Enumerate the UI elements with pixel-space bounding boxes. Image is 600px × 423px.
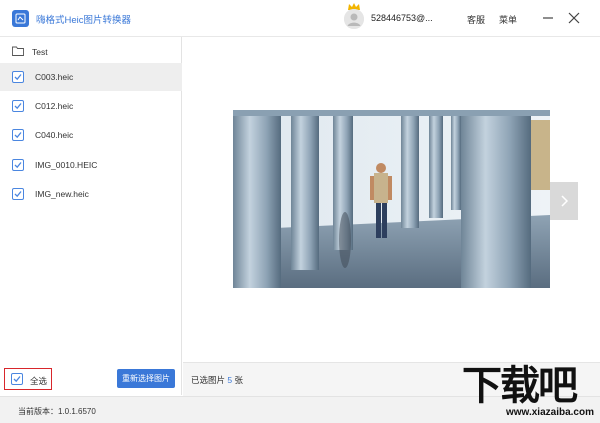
checkbox-checked-icon[interactable] bbox=[12, 100, 24, 112]
select-all-checkbox[interactable]: 全选 bbox=[4, 368, 52, 390]
minimize-icon bbox=[543, 17, 553, 19]
customer-service-link[interactable]: 客服 bbox=[467, 13, 485, 26]
preview-panel bbox=[183, 37, 600, 395]
checkbox-checked-icon[interactable] bbox=[12, 159, 24, 171]
preview-photo bbox=[233, 110, 550, 288]
checkbox-checked-icon[interactable] bbox=[12, 188, 24, 200]
close-icon bbox=[568, 12, 580, 24]
file-item[interactable]: IMG_new.heic bbox=[0, 180, 182, 208]
version-label: 当前版本：1.0.1.6570 bbox=[18, 407, 96, 416]
image-preview bbox=[233, 110, 550, 288]
file-name: IMG_new.heic bbox=[35, 189, 89, 199]
watermark-url: www.xiazaiba.com bbox=[506, 407, 594, 418]
checkbox-checked-icon[interactable] bbox=[12, 71, 24, 83]
file-item[interactable]: IMG_0010.HEIC bbox=[0, 151, 182, 179]
selected-suffix: 张 bbox=[234, 375, 244, 385]
watermark-text: 下载吧 bbox=[462, 364, 578, 408]
file-name: IMG_0010.HEIC bbox=[35, 160, 98, 170]
file-item[interactable]: C003.heic bbox=[0, 63, 182, 91]
reselect-images-button[interactable]: 重新选择图片 bbox=[117, 369, 175, 388]
menu-link[interactable]: 菜单 bbox=[499, 13, 517, 26]
folder-icon bbox=[12, 46, 24, 56]
title-bar: 嗨格式Heic图片转换器 528446753@... 客服 菜单 bbox=[0, 0, 600, 37]
file-name: C012.heic bbox=[35, 101, 74, 111]
file-list-panel: Test C003.heic C012.heic C040.heic IMG_0… bbox=[0, 37, 182, 395]
avatar[interactable] bbox=[344, 9, 364, 29]
checkbox-checked-icon[interactable] bbox=[11, 373, 23, 385]
app-title: 嗨格式Heic图片转换器 bbox=[36, 15, 132, 26]
file-item[interactable]: C040.heic bbox=[0, 121, 182, 149]
left-bottom-bar: 全选 重新选择图片 bbox=[0, 365, 182, 395]
folder-row[interactable]: Test bbox=[0, 42, 182, 62]
selected-prefix: 已选图片 bbox=[191, 375, 226, 385]
next-image-button[interactable] bbox=[550, 182, 578, 220]
app-logo-icon bbox=[12, 10, 29, 27]
file-name: C040.heic bbox=[35, 130, 74, 140]
watermark-logo: 下载吧 www.xiazaiba.com bbox=[462, 364, 598, 422]
chevron-right-icon bbox=[561, 195, 569, 207]
minimize-button[interactable] bbox=[540, 10, 556, 26]
file-item[interactable]: C012.heic bbox=[0, 92, 182, 120]
folder-name: Test bbox=[32, 47, 48, 57]
close-button[interactable] bbox=[566, 10, 582, 26]
selected-count-number: 5 bbox=[227, 375, 233, 385]
file-name: C003.heic bbox=[35, 72, 74, 82]
selected-count-text: 已选图片 5 张 bbox=[191, 374, 243, 386]
checkbox-checked-icon[interactable] bbox=[12, 129, 24, 141]
user-account[interactable]: 528446753@... bbox=[371, 13, 433, 23]
select-all-label: 全选 bbox=[30, 376, 48, 386]
